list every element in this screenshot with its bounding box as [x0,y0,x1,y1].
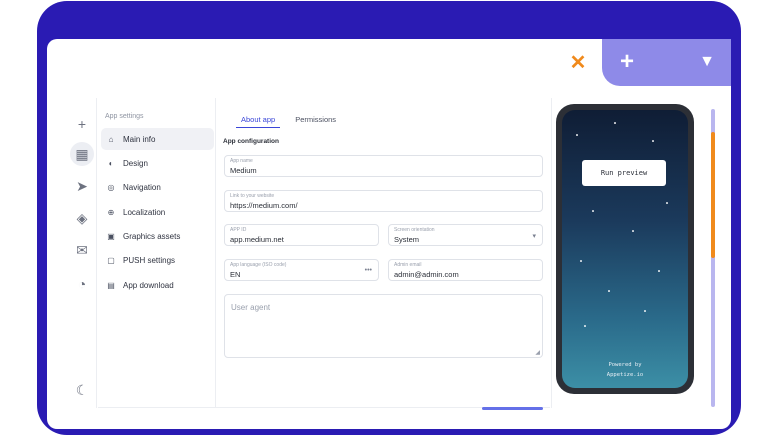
divider [96,98,97,408]
chat-icon[interactable]: ✉ [70,238,94,262]
run-preview-button[interactable]: Run preview [582,160,666,186]
plus-icon[interactable]: + [70,112,94,136]
tab-bar: About app Permissions [236,111,341,128]
main-content: About app Permissions App configuration … [218,98,550,408]
chevron-down-icon[interactable]: ▼ [692,48,722,76]
orientation-select[interactable]: Screen orientation System ▾ [388,224,543,246]
phone-screen: Run preview Powered by Appetize.io [562,110,688,388]
user-agent-textarea[interactable]: User agent ◢ [224,294,543,358]
sidebar-heading: App settings [105,113,144,120]
image-icon: ▣ [107,231,115,241]
tab-about-app[interactable]: About app [236,111,281,128]
home-icon: ⌂ [108,134,114,144]
phone-preview: Run preview Powered by Appetize.io [556,104,694,394]
speed-icon[interactable]: ◔ [70,272,94,296]
palette-icon: ◐ [108,158,114,168]
sidebar-item-label: Localization [123,207,166,217]
section-title: App configuration [223,138,279,145]
send-icon[interactable]: ➤ [70,174,94,198]
website-field[interactable]: Link to your website https://medium.com/ [224,190,543,212]
compass-icon: ◎ [107,182,115,192]
sidebar-item-label: Main info [123,134,156,144]
sidebar-item-label: Design [123,158,148,168]
admin-email-field[interactable]: Admin email admin@admin.com [388,259,543,281]
chevron-down-icon: ▾ [532,233,536,240]
puzzle-icon[interactable]: ◈ [70,206,94,230]
sidebar-item-label: App download [123,280,174,290]
sidebar-item-navigation[interactable]: ◎ Navigation [101,176,214,198]
app-name-field[interactable]: App name Medium [224,155,543,177]
language-field[interactable]: App language (ISO code) EN ••• [224,259,379,281]
file-icon: ▤ [107,280,115,290]
save-button[interactable] [482,407,543,410]
app-id-field[interactable]: APP ID app.medium.net [224,224,379,246]
sidebar-item-push-settings[interactable]: ▢ PUSH settings [101,249,214,271]
sidebar-item-label: Navigation [123,182,161,192]
close-icon[interactable]: ✕ [560,46,596,78]
powered-by-label: Powered by [608,362,642,368]
sidebar-item-localization[interactable]: ⊕ Localization [101,201,214,223]
moon-icon[interactable]: ☾ [70,378,94,402]
tab-permissions[interactable]: Permissions [290,111,341,128]
scrollbar-thumb[interactable] [711,132,715,258]
sidebar-item-design[interactable]: ◐ Design [101,152,214,174]
resize-icon[interactable]: ◢ [535,349,540,356]
sidebar-item-label: PUSH settings [123,255,176,265]
plus-icon[interactable]: + [612,48,642,76]
sidebar-item-label: Graphics assets [123,231,181,241]
brand-label: Appetize.io [606,372,644,378]
icon-rail: + ▦ ➤ ◈ ✉ ◔ ☾ [67,108,97,408]
globe-icon: ⊕ [107,207,115,217]
grid-icon[interactable]: ▦ [70,142,94,166]
sidebar-item-graphics-assets[interactable]: ▣ Graphics assets [101,225,214,247]
bell-icon: ▢ [107,255,115,265]
sidebar-item-main-info[interactable]: ⌂ Main info [101,128,214,150]
settings-sidebar: App settings ⌂ Main info ◐ Design ◎ Navi… [98,98,216,408]
sidebar-item-app-download[interactable]: ▤ App download [101,274,214,296]
more-icon[interactable]: ••• [365,267,372,274]
